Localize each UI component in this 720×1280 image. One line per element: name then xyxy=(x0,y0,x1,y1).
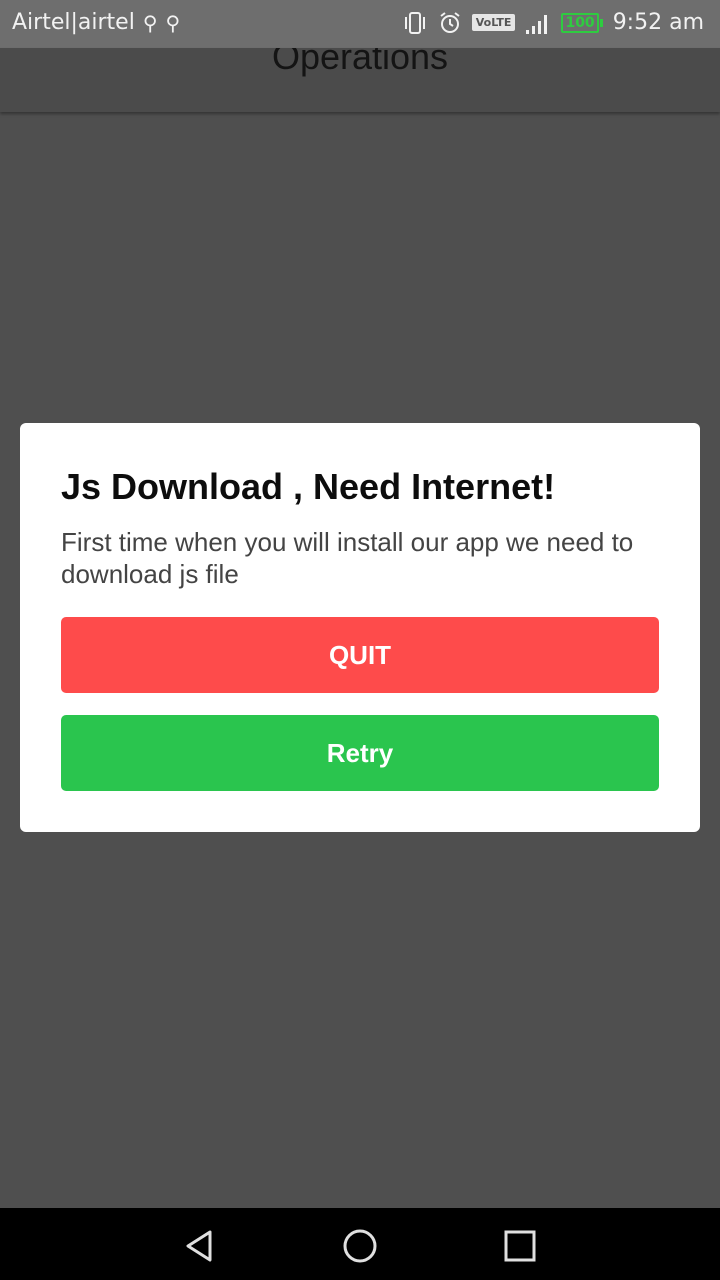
back-icon[interactable] xyxy=(180,1226,220,1266)
status-bar: Airtel|airtel ⚲ ⚲ VoLTE 100 9:52 am xyxy=(0,0,720,48)
dialog-message: First time when you will install our app… xyxy=(61,527,634,589)
signal-icon xyxy=(525,12,551,34)
volte-icon: VoLTE xyxy=(471,14,516,31)
navigation-bar xyxy=(0,1208,720,1280)
battery-level: 100 xyxy=(561,12,599,33)
retry-button[interactable]: Retry xyxy=(61,715,659,791)
home-icon[interactable] xyxy=(340,1226,380,1266)
dialog-title: Js Download , Need Internet! xyxy=(61,466,556,507)
quit-button[interactable]: QUIT xyxy=(61,617,659,693)
alarm-icon xyxy=(438,11,462,35)
battery-icon: 100 xyxy=(561,12,603,33)
status-left: Airtel|airtel ⚲ ⚲ xyxy=(12,10,180,35)
page-title: Operations xyxy=(271,48,449,77)
screen: Airtel|airtel ⚲ ⚲ VoLTE 100 9:52 am Oper… xyxy=(0,0,720,1280)
status-right: VoLTE 100 9:52 am xyxy=(402,10,704,35)
vibrate-icon xyxy=(402,11,428,35)
usb-icon: ⚲ xyxy=(142,10,158,35)
battery-tip xyxy=(599,18,603,27)
app-bar: Operations xyxy=(0,48,720,112)
carrier-label: Airtel|airtel xyxy=(12,10,135,35)
recent-apps-icon[interactable] xyxy=(500,1226,540,1266)
clock: 9:52 am xyxy=(612,10,704,35)
dialog: Js Download , Need Internet! First time … xyxy=(20,423,700,832)
usb-icon: ⚲ xyxy=(165,10,181,35)
